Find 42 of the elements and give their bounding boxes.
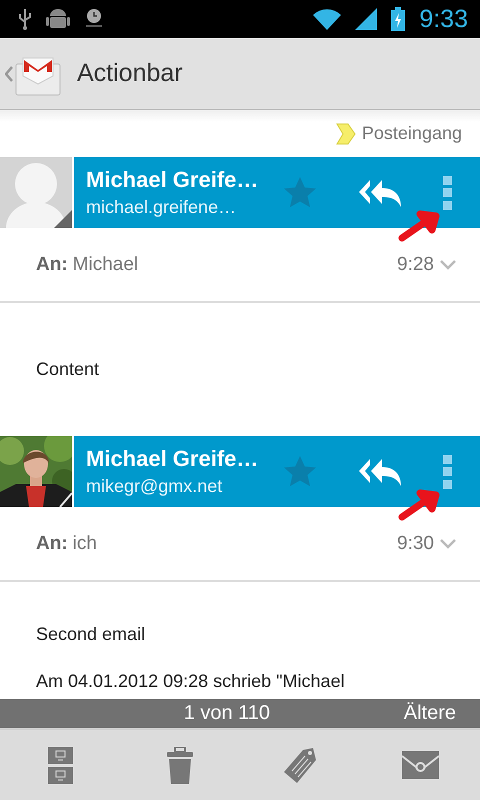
reply-all-icon (358, 456, 402, 486)
older-button[interactable]: Ältere (404, 702, 456, 725)
body-text: Am 04.01.2012 09:28 schrieb "Michael (36, 671, 346, 692)
archive-icon (48, 746, 72, 784)
expand-details-button[interactable] (440, 260, 456, 270)
reply-all-icon (358, 178, 402, 208)
sender-name: Michael Greife… (86, 446, 260, 472)
recipient-label: An: (36, 532, 68, 554)
usb-icon (18, 8, 32, 30)
message-time: 9:28 (397, 254, 434, 276)
sender-name: Michael Greife… (86, 167, 260, 193)
envelope-icon (402, 751, 438, 779)
overflow-icon (442, 454, 452, 488)
contact-placeholder-icon (0, 157, 72, 228)
pointer-arrow (398, 487, 442, 523)
body-text: Second email (36, 624, 146, 645)
trash-icon (167, 746, 193, 784)
expand-details-button[interactable] (440, 538, 456, 548)
folder-label[interactable]: Posteingang (362, 123, 462, 144)
message-time: 9:30 (397, 532, 434, 554)
pointer-arrow (398, 208, 442, 244)
recipient-label: An: (36, 254, 68, 276)
chevron-left-icon (5, 66, 13, 82)
recipient-name: Michael (72, 254, 138, 276)
battery-icon (391, 7, 406, 31)
clock-icon (84, 8, 104, 30)
chevron-down-icon (440, 260, 456, 270)
wifi-icon (313, 8, 342, 30)
body-text: Content (36, 359, 100, 380)
label-tag-icon (336, 122, 356, 144)
sender-email: mikegr@gmx.net (86, 476, 224, 497)
chevron-down-icon (440, 538, 456, 548)
tag-icon (283, 746, 317, 784)
sender-header[interactable]: Michael Greife… michael.greifene… (74, 157, 480, 228)
sender-email: michael.greifene… (86, 197, 238, 218)
signal-icon (355, 8, 378, 30)
message-position: 1 von 110 (182, 702, 272, 725)
sender-header[interactable]: Michael Greife… mikegr@gmx.net (74, 436, 480, 507)
recipient-name: ich (72, 532, 97, 554)
clock-time: 9:33 (419, 4, 468, 34)
overflow-icon (442, 176, 452, 210)
action-bar-title: Actionbar (77, 59, 183, 88)
